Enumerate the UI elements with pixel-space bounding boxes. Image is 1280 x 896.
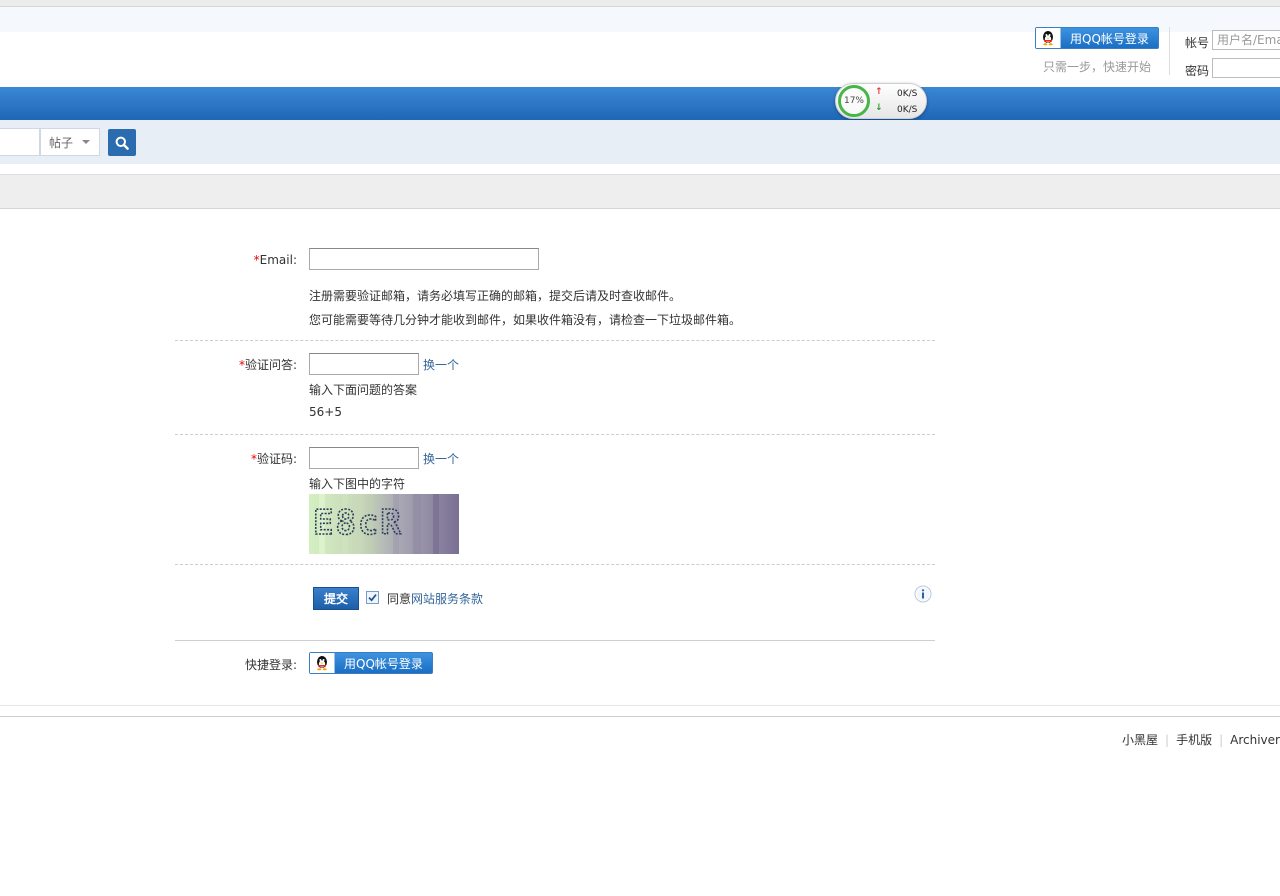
change-question-link[interactable]: 换一个 (423, 356, 459, 373)
email-note-secondary: 您可能需要等待几分钟才能收到邮件，如果收件箱没有，请检查一下垃圾邮件箱。 (309, 313, 742, 327)
captcha-image[interactable]: E8cR (309, 494, 459, 554)
search-bar (0, 120, 1280, 164)
divider (175, 434, 935, 435)
footer-link-blacklist[interactable]: 小黑屋 (1122, 731, 1158, 748)
qq-penguin-icon (1036, 28, 1061, 48)
quick-qq-login-button[interactable]: 用QQ帐号登录 (309, 652, 433, 674)
captcha-input[interactable] (309, 447, 419, 469)
quick-login-label: 快捷登录: (244, 658, 297, 672)
qq-login-button[interactable]: 用QQ帐号登录 (1035, 27, 1159, 49)
divider (175, 340, 935, 341)
qq-login-label: 用QQ帐号登录 (1070, 31, 1149, 46)
download-speed: 0K/S (897, 105, 918, 115)
search-type-select[interactable]: 帖子 (40, 128, 100, 156)
question-answer-input[interactable] (309, 353, 419, 375)
email-note: 注册需要验证邮箱，请务必填写正确的邮箱，提交后请及时查收邮件。 (309, 289, 682, 303)
breadcrumb (0, 174, 1280, 209)
chevron-down-icon (82, 140, 91, 144)
email-label: *Email: (137, 253, 297, 267)
divider (175, 640, 935, 641)
question-text: 56+5 (309, 405, 342, 419)
agree-checkbox[interactable] (366, 591, 379, 604)
footer-separator: | (1219, 732, 1224, 747)
captcha-label: *验证码: (137, 450, 297, 467)
change-captcha-link[interactable]: 换一个 (423, 450, 459, 467)
qq-penguin-icon (310, 653, 335, 673)
search-button[interactable] (108, 129, 136, 156)
captcha-label-text: 验证码: (256, 452, 297, 466)
upload-speed: 0K/S (897, 89, 918, 99)
password-input[interactable] (1212, 58, 1280, 78)
account-input[interactable] (1212, 30, 1280, 50)
footer-link-archiver[interactable]: Archiver (1230, 733, 1280, 747)
question-label: *验证问答: (137, 356, 297, 373)
upload-arrow-icon: ↑ (875, 87, 883, 97)
footer-link-mobile[interactable]: 手机版 (1176, 731, 1212, 748)
terms-of-service-link[interactable]: 网站服务条款 (411, 590, 483, 607)
speed-percent-ring: 17% (838, 85, 870, 117)
email-field[interactable] (309, 248, 539, 270)
account-label: 帐号 (1185, 36, 1210, 50)
search-input[interactable] (0, 128, 40, 156)
quick-qq-login-label: 用QQ帐号登录 (344, 656, 423, 671)
info-icon[interactable] (914, 585, 932, 603)
search-type-label: 帖子 (49, 135, 74, 150)
header-divider (1169, 27, 1170, 75)
header-tagline: 只需一步，快速开始 (1043, 60, 1152, 74)
footer-divider (0, 716, 1280, 717)
captcha-text: E8cR (313, 503, 403, 543)
password-label: 密码 (1185, 64, 1210, 78)
check-icon (368, 594, 377, 602)
footer-separator: | (1165, 732, 1170, 747)
question-label-text: 验证问答: (244, 358, 297, 372)
footer-divider (0, 705, 1280, 706)
question-note: 输入下面问题的答案 (309, 383, 418, 397)
download-arrow-icon: ↓ (875, 103, 883, 113)
email-label-text: Email: (259, 253, 297, 267)
captcha-note: 输入下图中的字符 (309, 477, 406, 491)
footer-links: 小黑屋 | 手机版 | Archiver | (1122, 731, 1280, 748)
top-bar (0, 0, 1280, 7)
network-speed-widget[interactable]: 17% ↑ 0K/S ↓ 0K/S (835, 83, 927, 119)
agree-label: 同意 (387, 592, 412, 606)
divider (175, 564, 935, 565)
submit-button[interactable]: 提交 (313, 587, 359, 610)
search-icon (115, 136, 129, 150)
speed-percent: 17% (843, 96, 864, 106)
main-nav-bar (0, 87, 1280, 120)
